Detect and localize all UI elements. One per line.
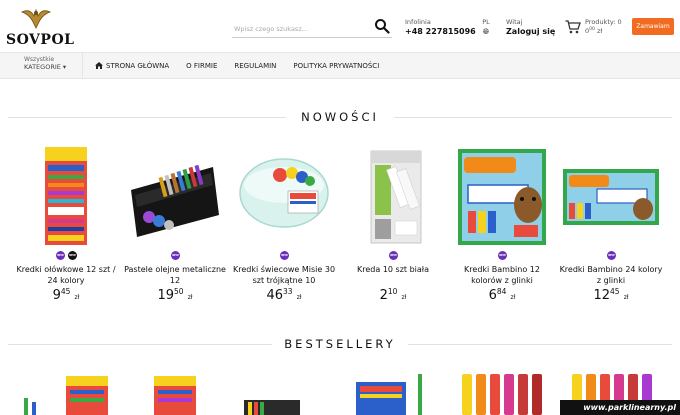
price-fraction: 84 xyxy=(496,287,507,296)
price-main: 6 xyxy=(488,288,497,303)
new-badge: NEW xyxy=(68,251,77,260)
search-bar xyxy=(232,16,392,39)
cart-total: 000 zł xyxy=(585,27,602,35)
new-badge: NEW xyxy=(171,251,180,260)
divider xyxy=(394,117,672,118)
cart-products-count: Produkty: 0 xyxy=(585,18,622,26)
product-price: 210 zł xyxy=(339,287,447,303)
new-badge: NEW xyxy=(389,251,398,260)
product-card[interactable]: NEW Pastele olejne metaliczne 12 1950 zł xyxy=(121,145,229,310)
product-image[interactable] xyxy=(12,145,120,247)
nav-item-about[interactable]: O FIRMIE xyxy=(186,62,217,70)
price-main: 12 xyxy=(593,288,610,303)
price-currency: zł xyxy=(510,294,516,301)
bestseller-product-image[interactable] xyxy=(66,372,108,415)
new-badge: NEW xyxy=(607,251,616,260)
site-logo[interactable]: SOVPOL xyxy=(6,6,75,48)
product-image[interactable] xyxy=(121,145,229,247)
nav-item-home[interactable]: STRONA GŁÓWNA xyxy=(95,62,169,70)
product-price: 1950 zł xyxy=(121,287,229,303)
price-currency: zł xyxy=(74,294,80,301)
product-price: 4633 zł xyxy=(230,287,338,303)
logo-text: SOVPOL xyxy=(6,32,75,48)
order-button[interactable]: Zamawiam xyxy=(632,18,674,35)
product-image[interactable] xyxy=(339,145,447,247)
greeting-text: Witaj xyxy=(506,18,523,26)
cart-icon xyxy=(565,20,581,34)
hotline-label: Infolinia xyxy=(405,18,431,26)
price-main: 19 xyxy=(157,288,174,303)
price-fraction: 50 xyxy=(174,287,184,296)
price-fraction: 45 xyxy=(610,287,620,296)
price-fraction: 45 xyxy=(60,287,71,296)
price-main: 2 xyxy=(379,288,388,303)
price-currency: zł xyxy=(187,294,193,301)
nav-item-terms[interactable]: REGULAMIN xyxy=(234,62,276,70)
cart-summary[interactable]: Produkty: 0 000 zł xyxy=(565,18,625,38)
product-price: 684 zł xyxy=(448,287,556,303)
price-currency: zł xyxy=(401,294,407,301)
price-currency: zł xyxy=(623,294,629,301)
globe-icon: 🌐︎ xyxy=(482,27,490,36)
login-link[interactable]: Zaloguj się xyxy=(506,27,555,36)
bestseller-product-image[interactable] xyxy=(244,372,300,415)
new-badge: NEW xyxy=(498,251,507,260)
language-selector[interactable]: PL 🌐︎ xyxy=(480,18,492,37)
categories-small-label: Wszystkie xyxy=(24,56,55,63)
product-price: 1245 zł xyxy=(557,287,665,303)
main-navigation: Wszystkie KATEGORIE ▾ STRONA GŁÓWNA O FI… xyxy=(0,52,680,79)
product-name[interactable]: Pastele olejne metaliczne 12 xyxy=(121,265,229,286)
new-badge: NEW xyxy=(280,251,289,260)
site-header: SOVPOL Infolinia +48 227815096 PL 🌐︎ Wit… xyxy=(0,0,680,52)
hotline-phone[interactable]: +48 227815096 xyxy=(405,27,476,36)
search-icon[interactable] xyxy=(374,18,390,34)
cart-currency: zł xyxy=(596,27,603,36)
new-badge: NEW xyxy=(56,251,65,260)
product-card[interactable]: NEW Kreda 10 szt biała 210 zł xyxy=(339,145,447,310)
price-fraction: 10 xyxy=(387,287,398,296)
product-name[interactable]: Kredki ołówkowe 12 szt / 24 kolory xyxy=(12,265,120,286)
home-icon xyxy=(95,62,103,69)
product-card[interactable]: NEW Kredki świecowe Misie 30 szt trójkąt… xyxy=(230,145,338,310)
bestseller-product-image[interactable] xyxy=(154,372,196,415)
bestseller-product-image[interactable] xyxy=(356,372,432,415)
price-fraction: 33 xyxy=(283,287,293,296)
price-main: 9 xyxy=(52,288,61,303)
bestseller-product-image[interactable] xyxy=(458,372,552,415)
product-price: 945 zł xyxy=(12,287,120,303)
product-name[interactable]: Kreda 10 szt biała xyxy=(339,265,447,276)
categories-dropdown[interactable]: Wszystkie KATEGORIE ▾ xyxy=(8,53,83,78)
section-bestsellers-title: BESTSELLERY xyxy=(0,337,680,351)
section-new-title: NOWOŚCI xyxy=(0,110,680,124)
bestseller-product-image[interactable] xyxy=(22,372,48,415)
product-name[interactable]: Kredki świecowe Misie 30 szt trójkątne 1… xyxy=(230,265,338,286)
product-image[interactable] xyxy=(448,145,556,247)
product-card[interactable]: NEW NEW Kredki ołówkowe 12 szt / 24 kolo… xyxy=(12,145,120,310)
price-main: 46 xyxy=(266,288,283,303)
hotline: Infolinia +48 227815096 xyxy=(405,18,476,36)
categories-label: KATEGORIE ▾ xyxy=(24,63,67,71)
account-box: Witaj Zaloguj się xyxy=(506,18,555,36)
product-image[interactable] xyxy=(230,145,338,247)
eagle-logo-icon xyxy=(20,8,52,29)
product-card[interactable]: NEW Kredki Bambino 24 kolory z glinki 12… xyxy=(557,145,665,310)
watermark: www.parklinearny.pl xyxy=(560,400,680,415)
divider xyxy=(408,344,672,345)
nav-item-privacy[interactable]: POLITYKA PRYWATNOŚCI xyxy=(293,62,379,70)
product-name[interactable]: Kredki Bambino 12 kolorów z glinki xyxy=(448,265,556,286)
product-image[interactable] xyxy=(557,145,665,247)
search-input[interactable] xyxy=(232,19,372,39)
language-code: PL xyxy=(482,18,490,26)
product-name[interactable]: Kredki Bambino 24 kolory z glinki xyxy=(557,265,665,286)
cart-total-fraction: 00 xyxy=(589,27,595,32)
product-card[interactable]: NEW Kredki Bambino 12 kolorów z glinki 6… xyxy=(448,145,556,310)
price-currency: zł xyxy=(296,294,302,301)
nav-item-label: STRONA GŁÓWNA xyxy=(106,61,170,70)
